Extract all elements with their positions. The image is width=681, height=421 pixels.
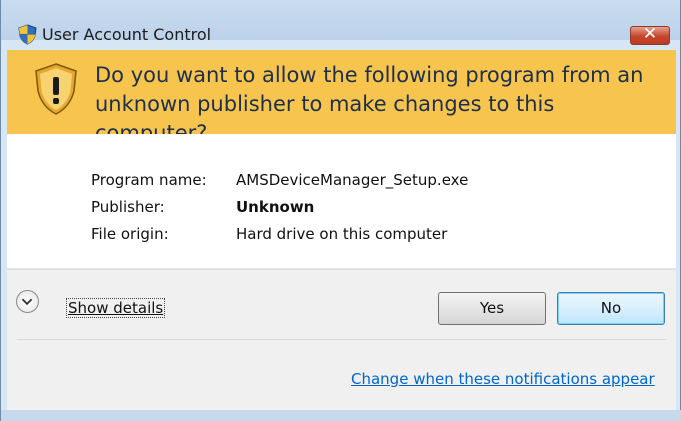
program-name-label: Program name: bbox=[91, 171, 207, 189]
file-origin-label: File origin: bbox=[91, 225, 169, 243]
uac-shield-icon bbox=[18, 24, 37, 45]
question-line-1: Do you want to allow the following progr… bbox=[95, 63, 644, 87]
file-origin-value: Hard drive on this computer bbox=[236, 225, 448, 243]
program-info: Program name: AMSDeviceManager_Setup.exe… bbox=[7, 134, 676, 268]
show-details-link[interactable]: Show details bbox=[65, 298, 166, 318]
uac-dialog-window: User Account Control ✕ Do you want to al… bbox=[0, 0, 681, 421]
yes-button[interactable]: Yes bbox=[438, 292, 546, 325]
program-name-value: AMSDeviceManager_Setup.exe bbox=[236, 171, 469, 189]
publisher-value: Unknown bbox=[236, 198, 315, 216]
action-area: Show details Yes No Change when these no… bbox=[7, 269, 676, 411]
publisher-label: Publisher: bbox=[91, 198, 165, 216]
warning-shield-icon bbox=[35, 63, 77, 115]
question-banner: Do you want to allow the following progr… bbox=[7, 50, 676, 145]
no-button[interactable]: No bbox=[557, 292, 665, 325]
show-details-toggle[interactable] bbox=[16, 290, 39, 313]
divider bbox=[17, 339, 666, 340]
change-notifications-link[interactable]: Change when these notifications appear bbox=[351, 370, 655, 388]
chevron-down-icon bbox=[21, 298, 33, 306]
close-icon: ✕ bbox=[642, 24, 658, 44]
window-title: User Account Control bbox=[42, 25, 212, 44]
close-button[interactable]: ✕ bbox=[630, 24, 670, 45]
title-bar[interactable]: User Account Control ✕ bbox=[1, 0, 680, 45]
window-bottom-border bbox=[1, 410, 681, 421]
